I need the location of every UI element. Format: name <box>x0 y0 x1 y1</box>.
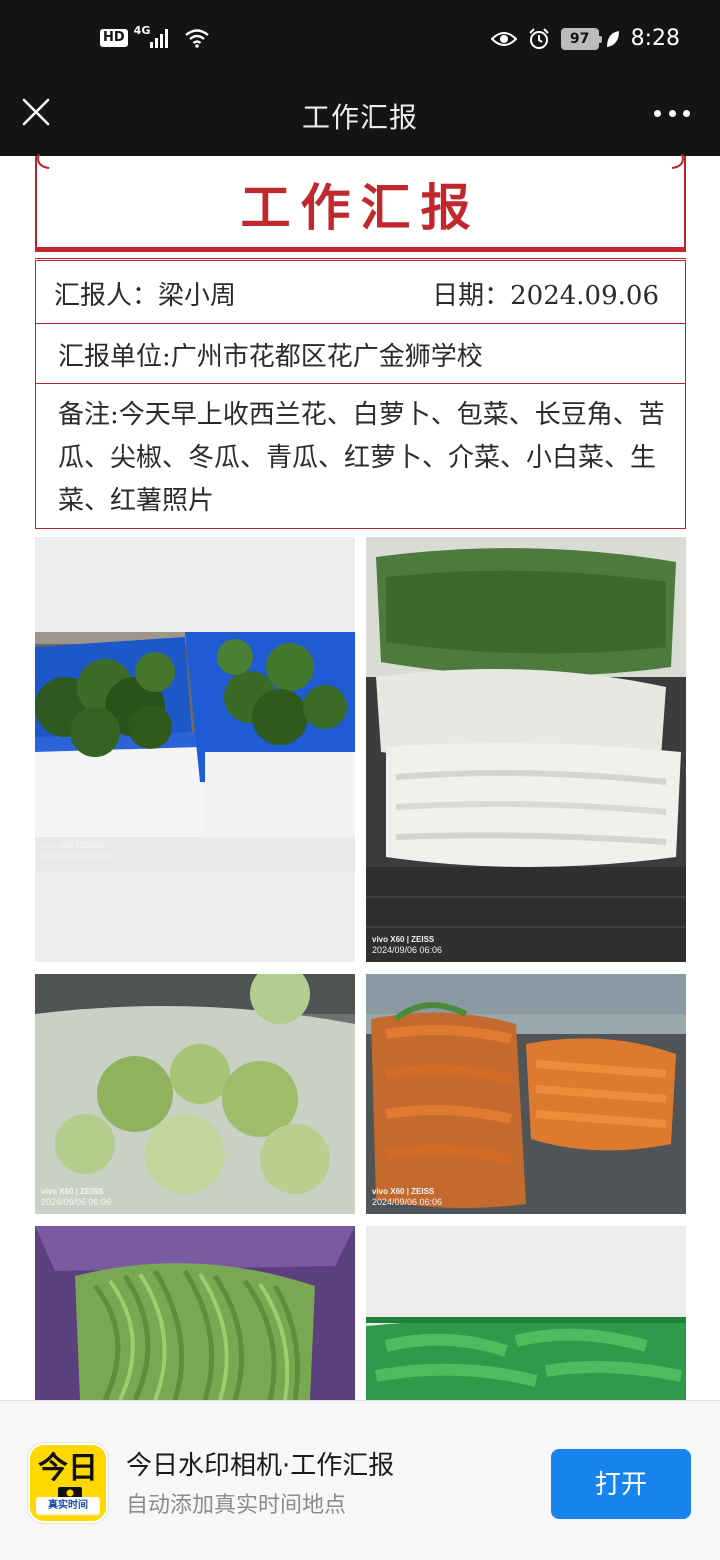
status-left: HD 4G <box>100 24 210 48</box>
hd-badge: HD <box>100 29 128 47</box>
open-app-button[interactable]: 打开 <box>551 1449 691 1519</box>
long-bean-photo[interactable] <box>35 1226 355 1400</box>
watermark-date: 2024/09/06 06:06 <box>372 1197 443 1207</box>
photo-watermark: vivo X60 | ZEISS 2024/09/06 06:06 <box>41 1186 111 1208</box>
clock: 8:28 <box>630 26 680 51</box>
cabbage-photo[interactable]: vivo X60 | ZEISS 2024/09/06 06:06 <box>35 974 355 1214</box>
carrot-image <box>366 974 686 1214</box>
watermark-date: 2024/09/06 06:06 <box>41 1197 112 1207</box>
notes-row: 备注:今天早上收西兰花、白萝卜、包菜、长豆角、苦瓜、尖椒、冬瓜、青瓜、红萝卜、介… <box>35 384 686 529</box>
unit-label: 汇报单位:广州市花都区花广金狮学校 <box>58 342 483 372</box>
app-icon-text: 今日 <box>38 1451 98 1486</box>
banner-title: 今日水印相机·工作汇报 <box>126 1451 395 1481</box>
carrot-photo[interactable]: vivo X60 | ZEISS 2024/09/06 06:06 <box>366 974 686 1214</box>
report-card: 工作汇报 汇报人：梁小周 日期：2024.09.06 汇报单位:广州市花都区花广… <box>35 154 686 529</box>
app-icon-caption: 真实时间 <box>36 1497 100 1515</box>
title-bar: 工作汇报 <box>0 82 720 156</box>
banner-subtitle: 自动添加真实时间地点 <box>126 1493 347 1518</box>
dot-icon <box>654 109 661 117</box>
report-title: 工作汇报 <box>240 178 481 237</box>
broccoli-image <box>35 537 355 962</box>
radish-image <box>366 537 686 962</box>
radish-photo[interactable]: vivo X60 | ZEISS 2024/09/06 06:06 <box>366 537 686 962</box>
bitter-melon-photo[interactable] <box>366 1226 686 1400</box>
dot-icon <box>683 109 690 117</box>
date-label: 日期：2024.09.06 <box>432 281 659 311</box>
watermark-date: 2024/09/06 06:06 <box>41 851 112 861</box>
status-bar: HD 4G 97 8:28 <box>0 0 720 82</box>
dot-icon <box>668 109 676 117</box>
photo-watermark: vivo X60 | ZEISS 2024/09/06 06:06 <box>372 934 442 956</box>
cabbage-image <box>35 974 355 1214</box>
watermark-brand: vivo X60 | ZEISS <box>372 1187 435 1196</box>
watermark-brand: vivo X60 | ZEISS <box>372 935 435 944</box>
photo-watermark: vivo X60 | ZEISS 2024/09/06 06:06 <box>372 1186 442 1208</box>
alarm-icon <box>528 27 549 49</box>
broccoli-photo[interactable]: vivo X60 | ZEISS 2024/09/06 06:06 <box>35 537 355 962</box>
photo-watermark: vivo X60 | ZEISS 2024/09/06 06:06 <box>41 840 111 862</box>
battery-indicator: 97 <box>560 27 602 50</box>
reporter-row: 汇报人：梁小周 日期：2024.09.06 <box>35 260 686 324</box>
signal-icon <box>150 29 169 48</box>
long-bean-image <box>35 1226 355 1400</box>
report-header: 工作汇报 <box>35 154 686 259</box>
title-divider-thin <box>35 258 686 259</box>
more-options-button[interactable] <box>654 106 690 120</box>
title-divider <box>35 247 686 252</box>
watermark-date: 2024/09/06 06:06 <box>372 945 443 955</box>
network-type: 4G <box>133 23 151 37</box>
bitter-melon-image <box>366 1226 686 1400</box>
eye-icon <box>490 31 517 46</box>
app-promo-banner[interactable]: 今日 真实时间 今日水印相机·工作汇报 自动添加真实时间地点 打开 <box>0 1400 720 1560</box>
unit-row: 汇报单位:广州市花都区花广金狮学校 <box>35 324 686 384</box>
watermark-camera-app-icon[interactable]: 今日 真实时间 <box>28 1443 108 1523</box>
reporter-label: 汇报人：梁小周 <box>54 281 237 311</box>
wifi-icon <box>185 29 210 48</box>
page-title: 工作汇报 <box>301 101 418 134</box>
status-right: 97 8:28 <box>490 26 680 51</box>
watermark-brand: vivo X60 | ZEISS <box>41 1187 104 1196</box>
watermark-brand: vivo X60 | ZEISS <box>41 841 104 850</box>
leaf-icon <box>606 30 619 47</box>
